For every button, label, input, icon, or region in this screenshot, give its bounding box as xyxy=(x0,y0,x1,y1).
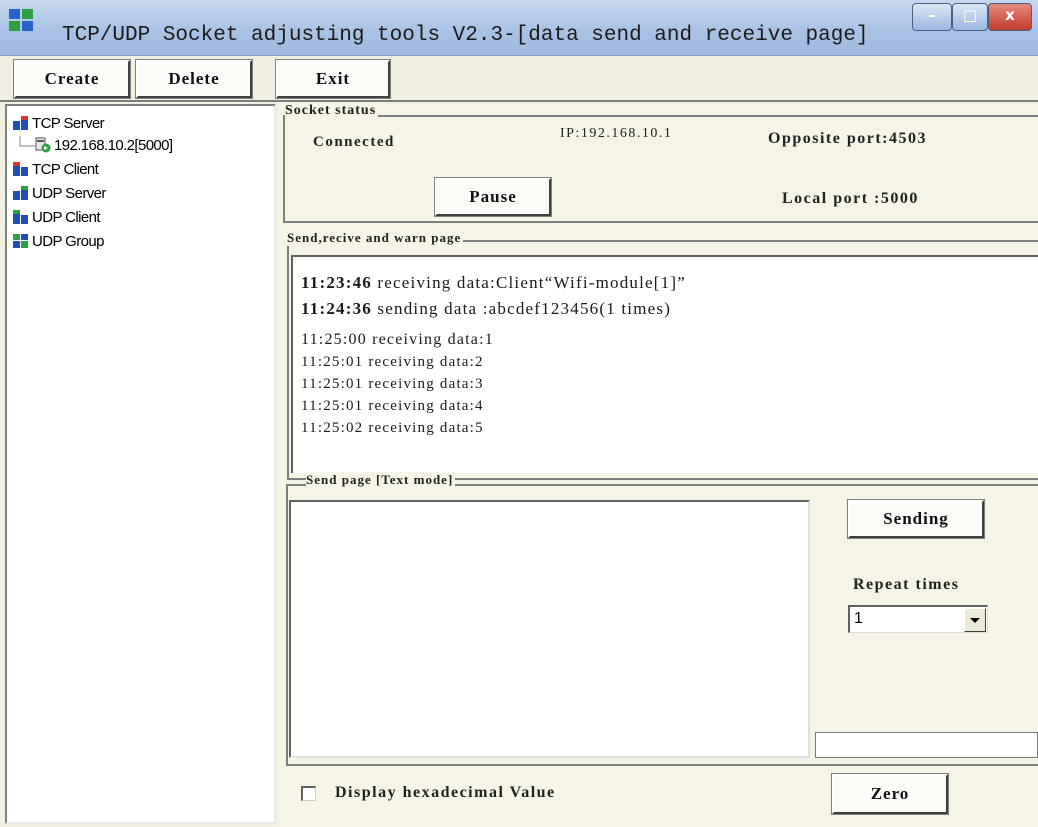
log-line: 11:23:46 receiving data:Client“Wifi-modu… xyxy=(301,273,686,293)
local-port: Local port :5000 xyxy=(782,190,919,207)
dropdown-button[interactable] xyxy=(964,608,986,632)
repeat-times-select[interactable]: 1 xyxy=(848,605,988,633)
tree-item-tcp-client[interactable]: TCP Client xyxy=(13,158,99,180)
log-text: receiving data:Client“Wifi-module[1]” xyxy=(371,273,686,292)
tree-item-label: UDP Client xyxy=(32,208,101,226)
send-text-input[interactable] xyxy=(289,500,810,758)
remote-ip: IP:192.168.10.1 xyxy=(560,126,673,141)
divider xyxy=(286,764,1038,766)
repeat-times-label: Repeat times xyxy=(853,576,960,593)
minimize-button[interactable]: – xyxy=(912,3,952,31)
server-icon xyxy=(13,116,28,130)
log-time: 11:23:46 xyxy=(301,273,372,292)
log-output[interactable]: 11:23:46 receiving data:Client“Wifi-modu… xyxy=(291,255,1038,473)
log-line: 11:25:00 receiving data:1 xyxy=(301,331,494,348)
log-line: 11:25:01 receiving data:2 xyxy=(301,354,484,370)
opposite-port: Opposite port:4503 xyxy=(768,130,927,147)
send-group-label: Send page [Text mode] xyxy=(306,472,456,488)
tree-item-label: TCP Client xyxy=(32,160,99,178)
log-text: sending data :abcdef123456(1 times) xyxy=(371,299,672,318)
log-line: 11:24:36 sending data :abcdef123456(1 ti… xyxy=(301,299,671,319)
maximize-button[interactable]: □ xyxy=(952,3,988,31)
tree-item-label: UDP Group xyxy=(32,232,104,250)
close-icon: x xyxy=(1005,6,1015,24)
log-time: 11:24:36 xyxy=(301,299,372,318)
create-button[interactable]: Create xyxy=(13,59,131,99)
window-title: TCP/UDP Socket adjusting tools V2.3-[dat… xyxy=(62,24,869,47)
hex-display-checkbox[interactable] xyxy=(301,786,316,801)
tree-item-label: TCP Server xyxy=(32,114,105,132)
delete-button[interactable]: Delete xyxy=(135,59,253,99)
minimize-icon: – xyxy=(928,6,936,24)
tree-item-label: UDP Server xyxy=(32,184,106,202)
log-line: 11:25:01 receiving data:4 xyxy=(301,398,484,414)
server-icon xyxy=(13,186,28,200)
tree-item-label: 192.168.10.2[5000] xyxy=(54,136,173,154)
connection-tree[interactable]: TCP Server 192.168.10.2[5000] TCP Client… xyxy=(5,104,276,824)
close-button[interactable]: x xyxy=(988,3,1032,31)
title-bar[interactable]: TCP/UDP Socket adjusting tools V2.3-[dat… xyxy=(0,0,1038,56)
client-icon xyxy=(13,162,28,176)
tree-item-tcp-server[interactable]: TCP Server xyxy=(13,112,105,134)
log-group-label: Send,recive and warn page xyxy=(287,230,464,246)
repeat-times-value: 1 xyxy=(854,610,863,627)
pause-button[interactable]: Pause xyxy=(434,177,552,217)
status-field xyxy=(815,732,1038,758)
tree-item-udp-server[interactable]: UDP Server xyxy=(13,182,106,204)
hex-display-label: Display hexadecimal Value xyxy=(335,784,556,801)
connection-state: Connected xyxy=(313,134,395,150)
sending-button[interactable]: Sending xyxy=(847,499,985,539)
maximize-icon: □ xyxy=(962,6,978,24)
tree-item-udp-client[interactable]: UDP Client xyxy=(13,206,101,228)
tree-item-connection[interactable]: 192.168.10.2[5000] xyxy=(35,134,173,156)
log-line: 11:25:02 receiving data:5 xyxy=(301,420,484,436)
client-icon xyxy=(13,210,28,224)
exit-button[interactable]: Exit xyxy=(275,59,391,99)
zero-button[interactable]: Zero xyxy=(831,773,949,815)
connection-icon xyxy=(35,137,51,153)
chevron-down-icon xyxy=(970,618,980,623)
app-icon xyxy=(9,9,33,31)
group-icon xyxy=(13,234,28,248)
socket-status-label: Socket status xyxy=(285,103,379,119)
tree-connector xyxy=(19,136,35,147)
log-line: 11:25:01 receiving data:3 xyxy=(301,376,484,392)
tree-item-udp-group[interactable]: UDP Group xyxy=(13,230,104,252)
